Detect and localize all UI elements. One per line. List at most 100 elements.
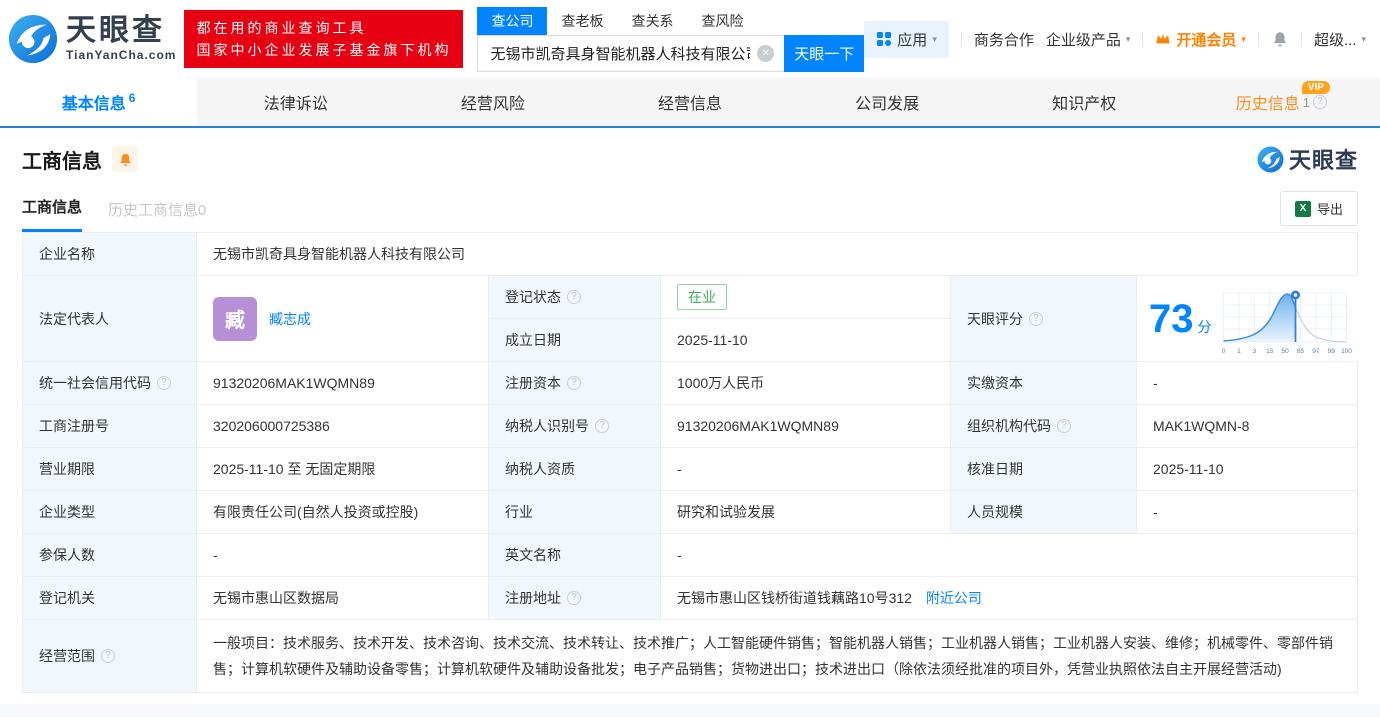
help-icon[interactable]: ?	[595, 419, 609, 433]
tab-basic-info[interactable]: 基本信息 6	[0, 78, 198, 126]
apps-menu[interactable]: 应用 ▾	[864, 20, 949, 58]
export-button[interactable]: X 导出	[1279, 191, 1358, 226]
table-row: 经营范围 ? 一般项目：技术服务、技术开发、技术咨询、技术交流、技术转让、技术推…	[23, 620, 1357, 692]
taxpayer-id-value: 91320206MAK1WQMN89	[661, 405, 951, 447]
field-label: 行业	[489, 491, 661, 533]
header-nav: 应用 ▾ 商务合作 企业级产品 ▾ 开通会员 ▾ 超级... ▾	[864, 20, 1366, 58]
clear-icon[interactable]: ✕	[757, 44, 775, 62]
nearby-companies-link[interactable]: 附近公司	[926, 588, 982, 608]
score-distribution-chart: 0 1 3 15 50 85 97 99 100	[1221, 290, 1352, 355]
subtab-history-business-info[interactable]: 历史工商信息0	[108, 199, 206, 232]
search-tab-company[interactable]: 查公司	[477, 6, 548, 35]
tianyancha-watermark: 天眼查	[1257, 143, 1358, 175]
field-label-with-help: 组织机构代码 ?	[951, 405, 1137, 447]
reg-authority-value: 无锡市惠山区数据局	[197, 577, 489, 619]
legal-rep-cell: 臧 臧志成	[197, 276, 489, 361]
table-row: 登记状态 ? 在业	[489, 276, 950, 319]
field-label: 英文名称	[489, 534, 661, 576]
field-label: 核准日期	[951, 448, 1137, 490]
help-icon[interactable]: ?	[157, 376, 171, 390]
table-row: 登记机关 无锡市惠山区数据局 注册地址 ? 无锡市惠山区钱桥街道钱藕路10号31…	[23, 577, 1357, 620]
chevron-down-icon: ▾	[932, 33, 937, 44]
account-menu[interactable]: 超级... ▾	[1314, 29, 1366, 50]
field-label: 工商注册号	[23, 405, 197, 447]
search-tab-boss[interactable]: 查老板	[547, 7, 617, 35]
reg-status-cell: 在业	[661, 276, 950, 318]
apps-label: 应用	[897, 31, 928, 49]
search-tab-relation[interactable]: 查关系	[617, 7, 687, 35]
tab-label: 基本信息	[61, 96, 126, 113]
table-row: 法定代表人 臧 臧志成 登记状态 ? 在业 成立日期 2025-11-10 天眼…	[23, 276, 1360, 362]
avatar[interactable]: 臧	[213, 296, 257, 341]
enterprise-products-menu[interactable]: 企业级产品 ▾	[1046, 29, 1131, 50]
svg-text:100: 100	[1341, 348, 1352, 355]
search-input[interactable]	[478, 44, 785, 62]
tab-count: 1	[1302, 94, 1311, 110]
field-label: 企业名称	[23, 233, 197, 275]
tab-label: 经营信息	[657, 96, 722, 113]
field-label-with-help: 纳税人识别号 ?	[489, 405, 661, 447]
taxpayer-quality-value: -	[661, 448, 951, 490]
field-label: 注册资本	[505, 375, 561, 391]
score-value: 73	[1149, 296, 1194, 341]
paid-capital-value: -	[1137, 362, 1357, 404]
tab-label: 公司发展	[855, 96, 920, 113]
field-label: 统一社会信用代码	[39, 375, 151, 391]
approval-date-value: 2025-11-10	[1137, 448, 1357, 490]
business-scope-value: 一般项目：技术服务、技术开发、技术咨询、技术交流、技术转让、技术推广；人工智能硬…	[197, 620, 1357, 692]
help-icon[interactable]: ?	[567, 376, 581, 390]
svg-text:50: 50	[1281, 348, 1289, 355]
tab-intellectual-property[interactable]: 知识产权	[986, 78, 1183, 126]
vip-badge: VIP	[1301, 81, 1330, 94]
search-button[interactable]: 天眼一下	[784, 34, 865, 72]
status-badge: 在业	[677, 284, 727, 310]
reg-number-value: 320206000725386	[197, 405, 489, 447]
section-header: 工商信息 天眼查	[0, 128, 1380, 175]
english-name-value: -	[661, 534, 1357, 576]
help-icon[interactable]: ?	[567, 290, 581, 304]
subtab-business-info[interactable]: 工商信息	[22, 196, 83, 232]
logo-title: 天眼查	[66, 14, 165, 47]
legal-rep-link[interactable]: 臧志成	[269, 309, 311, 329]
open-vip-menu[interactable]: 开通会员 ▾	[1155, 29, 1246, 50]
help-icon[interactable]: ?	[567, 591, 581, 605]
business-info-table: 企业名称 无锡市凯奇具身智能机器人科技有限公司 法定代表人 臧 臧志成 登记状态…	[22, 232, 1360, 693]
divider	[1142, 31, 1144, 47]
tab-label: 经营风险	[460, 96, 525, 113]
monitor-bell-chip[interactable]	[112, 146, 138, 172]
tianyancha-logo[interactable]: 天眼查 TianYanCha.com	[8, 14, 176, 64]
open-vip-label: 开通会员	[1176, 31, 1237, 49]
table-row: 企业类型 有限责任公司(自然人投资或控股) 行业 研究和试验发展 人员规模 -	[23, 491, 1357, 534]
slogan-line1: 都在用的商业查询工具	[196, 20, 367, 36]
staff-size-value: -	[1137, 491, 1357, 533]
field-label: 天眼评分	[967, 310, 1023, 327]
tianyancha-logo-icon	[8, 14, 58, 64]
logo-domain: TianYanCha.com	[66, 48, 177, 62]
help-icon[interactable]: ?	[1313, 95, 1328, 109]
table-row: 参保人数 - 英文名称 -	[23, 534, 1357, 577]
tab-operation-risk[interactable]: 经营风险	[394, 78, 591, 126]
table-row: 企业名称 无锡市凯奇具身智能机器人科技有限公司	[23, 233, 1357, 276]
help-icon[interactable]: ?	[1057, 419, 1071, 433]
tab-operation-info[interactable]: 经营信息	[591, 78, 788, 126]
svg-text:0: 0	[1221, 348, 1225, 355]
help-icon[interactable]: ?	[1029, 311, 1043, 326]
business-cooperation-link[interactable]: 商务合作	[974, 29, 1034, 50]
slogan-badge: 都在用的商业查询工具 国家中小企业发展子基金旗下机构	[184, 10, 464, 68]
top-header: 天眼查 TianYanCha.com 都在用的商业查询工具 国家中小企业发展子基…	[0, 0, 1380, 78]
tab-legal-litigation[interactable]: 法律诉讼	[197, 78, 394, 126]
help-icon[interactable]: ?	[101, 649, 115, 663]
search-tab-risk[interactable]: 查风险	[687, 7, 757, 35]
tab-company-development[interactable]: 公司发展	[789, 78, 986, 126]
field-label: 组织机构代码	[967, 418, 1051, 434]
field-label: 企业类型	[23, 491, 197, 533]
field-label-with-help: 注册地址 ?	[489, 577, 661, 619]
table-row: 营业期限 2025-11-10 至 无固定期限 纳税人资质 - 核准日期 202…	[23, 448, 1357, 491]
notification-bell-icon[interactable]	[1271, 30, 1289, 48]
score-cell: 73 分 0 1 3 15 50 85 97 99 100	[1137, 276, 1360, 361]
svg-text:99: 99	[1327, 348, 1335, 355]
tab-history-info[interactable]: VIP 历史信息 1 ?	[1183, 78, 1380, 126]
field-label: 注册地址	[505, 590, 561, 606]
watermark-text: 天眼查	[1288, 148, 1358, 173]
page-title: 工商信息	[22, 150, 102, 173]
